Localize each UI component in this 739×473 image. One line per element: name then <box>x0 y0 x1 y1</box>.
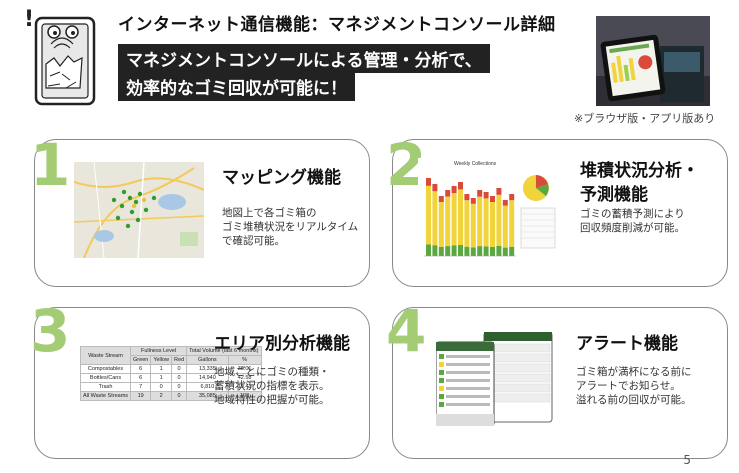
chart-bar-segment <box>426 185 431 245</box>
chart-bar-segment <box>509 200 515 247</box>
chart-bar-segment <box>496 188 502 195</box>
chart-bar-segment <box>438 196 444 202</box>
card-desc-analysis: ゴミの蓄積予測により 回収頻度削減が可能。 <box>580 208 685 234</box>
card-desc-area: 地域ごとにゴミの種類・ 蓄積状況の指標を表示。 地域特性の把握が可能。 <box>214 366 330 406</box>
chart-bar-segment <box>496 245 502 256</box>
table-header-yellow: Yellow <box>150 355 173 365</box>
chart-bar-segment <box>464 200 470 247</box>
platform-note: ※ブラウザ版・アプリ版あり <box>574 112 716 125</box>
product-photo <box>596 16 710 106</box>
chart-bar-segment <box>509 246 515 256</box>
chart-bar-segment <box>477 196 483 247</box>
chart-bar-segment <box>464 246 470 256</box>
alert-app-screens <box>435 331 554 427</box>
table-header-red: Red <box>171 355 188 365</box>
chart-bar-segment <box>426 244 431 256</box>
chart-bar-segment <box>451 193 457 246</box>
chart-bar-segment <box>426 178 431 186</box>
page-title: インターネット通信機能：マネジメントコンソール詳細 <box>118 15 556 35</box>
table-header-percent: % <box>227 355 262 365</box>
smart-bin-illustration: ! <box>18 4 98 108</box>
chart-bar-segment <box>502 200 508 206</box>
chart-bar-segment <box>464 194 470 201</box>
chart-bar-segment <box>451 186 457 193</box>
table-header-stream: Waste Stream <box>79 346 132 365</box>
chart-bar-segment <box>483 198 489 247</box>
card-desc-mapping: 地図上で各ゴミ箱の ゴミ堆積状況をリアルタイム で確認可能。 <box>222 207 359 247</box>
chart-bar-segment <box>502 205 508 248</box>
chart-bar-segment <box>496 194 502 246</box>
table-header-green: Green <box>130 355 152 365</box>
chart-bar-segment <box>458 182 463 190</box>
chart-bar-segment <box>451 245 457 256</box>
chart-bar-segment <box>438 202 444 247</box>
page-number: 5 <box>683 453 691 467</box>
chart-bar-segment <box>432 184 438 192</box>
weekly-collections-chart: Weekly Collections <box>418 158 560 268</box>
chart-bar-segment <box>445 196 451 247</box>
chart-bar-segment <box>483 246 489 256</box>
map-image <box>73 161 205 259</box>
card-title-mapping: マッピング機能 <box>222 168 341 188</box>
chart-bar-segment <box>432 245 438 256</box>
chart-bar-segment <box>490 247 495 256</box>
chart-bar-segment <box>477 190 483 197</box>
chart-bar-segment <box>458 189 463 245</box>
card-number-3: 3 <box>30 297 71 365</box>
card-title-area: エリア別分析機能 <box>214 334 350 354</box>
chart-bar-segment <box>470 203 476 248</box>
card-desc-alert: ゴミ箱が満杯になる前に アラートでお知らせ。 溢れる前の回収が可能。 <box>576 366 692 406</box>
card-number-4: 4 <box>386 297 427 365</box>
card-title-analysis-2: 予測機能 <box>580 185 648 205</box>
chart-bar-segment <box>509 194 515 201</box>
chart-bar-segment <box>445 190 451 197</box>
chart-bar-segment <box>438 247 444 256</box>
card-number-1: 1 <box>30 131 71 199</box>
chart-bar-segment <box>470 198 476 204</box>
chart-bar-segment <box>483 192 489 199</box>
tagline-line-2: 効率的なゴミ回収が可能に！ <box>118 72 355 101</box>
tagline-line-1: マネジメントコンソールによる管理・分析で、 <box>118 44 490 73</box>
chart-bar-segment <box>490 202 495 247</box>
table-header-fullness: Fullness Level <box>130 346 188 356</box>
chart-bar-segment <box>470 247 476 256</box>
chart-bar-segment <box>458 244 463 256</box>
card-title-analysis-1: 堆積状況分析・ <box>580 161 699 181</box>
chart-bar-segment <box>432 191 438 246</box>
card-title-alert: アラート機能 <box>576 334 678 354</box>
chart-bar-segment <box>445 246 451 256</box>
chart-title: Weekly Collections <box>454 161 497 167</box>
chart-bar-segment <box>490 196 495 202</box>
svg-text:!: ! <box>24 7 34 32</box>
table-header-gallons: Gallons <box>186 355 229 365</box>
chart-bar-segment <box>477 246 483 256</box>
chart-bar-segment <box>502 247 508 256</box>
